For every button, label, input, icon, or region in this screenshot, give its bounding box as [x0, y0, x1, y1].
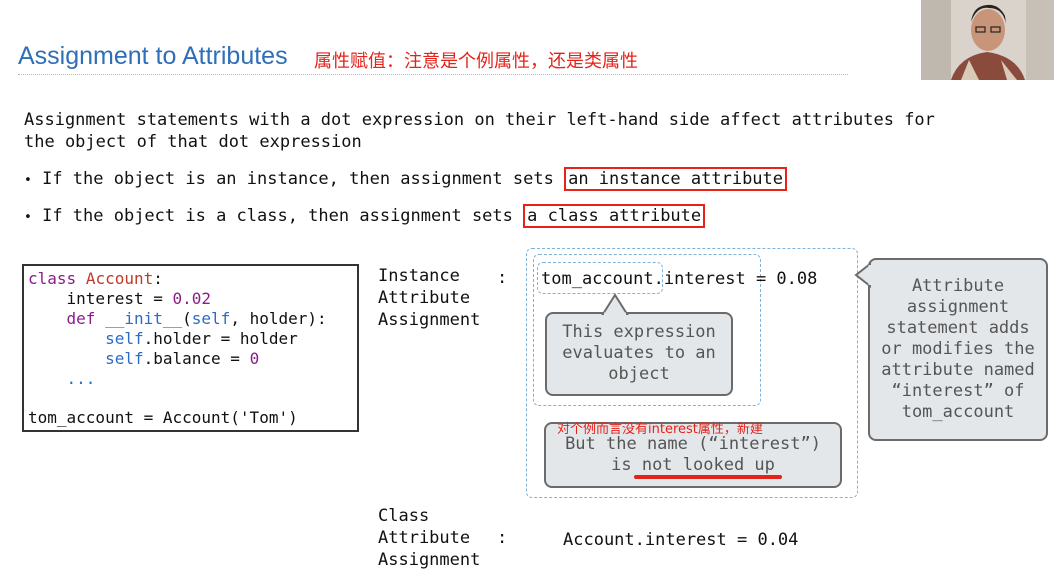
object-expression: tom_account: [541, 269, 654, 289]
callout-evaluates-object: This expression evaluates to an object: [545, 312, 733, 396]
attribute-assignment-rest: .interest = 0.08: [653, 269, 818, 289]
bullet-text: If the object is a class, then assignmen…: [42, 206, 513, 226]
bullet-instance: • If the object is an instance, then ass…: [24, 167, 788, 192]
not-looked-up-text: not looked up: [641, 455, 775, 475]
self-ref: self: [105, 329, 144, 348]
side-note-pointer-icon: [854, 262, 872, 288]
side-note-callout: Attribute assignment statement adds or m…: [868, 258, 1048, 441]
callout-text: is: [611, 455, 642, 475]
class-expression: Account.interest = 0.04: [563, 530, 799, 550]
side-note-line: statement adds: [886, 318, 1030, 338]
instance-label-1: Instance: [378, 266, 460, 286]
side-note-line: Attribute: [911, 276, 1005, 296]
chinese-annotation-note: 对个例而言没有interest属性，新建: [557, 422, 763, 437]
code-line-interest: interest = 0.02: [28, 289, 212, 309]
intro-line-2: the object of that dot expression: [24, 132, 362, 152]
red-underline-annotation: [634, 475, 782, 479]
code-line-instantiate: tom_account = Account('Tom'): [28, 408, 298, 427]
code-text: .holder = holder: [143, 329, 298, 348]
callout-line: evaluates to an: [562, 343, 716, 363]
class-label-3: Assignment: [378, 550, 481, 570]
function-name: __init__: [105, 309, 183, 328]
webcam-video: [921, 0, 1054, 80]
code-text: interest =: [66, 289, 173, 308]
bullet-marker: •: [24, 210, 32, 225]
code-block: class Account: interest = 0.02 def __ini…: [22, 264, 359, 432]
bullet-marker: •: [24, 173, 32, 188]
code-text: .balance =: [143, 349, 250, 368]
code-line-ellipsis: ...: [28, 369, 96, 389]
keyword-def: def: [66, 309, 96, 328]
side-note-line: assignment: [906, 297, 1010, 317]
class-label-2: Attribute: [378, 528, 471, 548]
self-param: self: [191, 309, 231, 328]
slide-title: Assignment to Attributes: [18, 42, 288, 70]
side-note-line: attribute named: [881, 360, 1035, 380]
class-label-1: Class: [378, 506, 430, 526]
side-note-line: or modifies the: [881, 339, 1035, 359]
callout-pointer-icon: [601, 293, 629, 315]
code-line-class: class Account:: [28, 269, 163, 289]
bullet-class: • If the object is a class, then assignm…: [24, 204, 706, 229]
code-colon: :: [153, 269, 163, 288]
callout-line: But the name (“interest”): [565, 434, 821, 454]
instance-label-2: Attribute: [378, 288, 471, 308]
instance-attribute-highlight: an instance attribute: [564, 167, 788, 191]
class-attribute-highlight: a class attribute: [523, 204, 706, 228]
instance-label-3: Assignment: [378, 310, 481, 330]
code-number: 0: [249, 349, 260, 368]
side-note-line: “interest” of: [891, 381, 1025, 401]
callout-line: This expression: [562, 322, 716, 342]
callout-line: is not looked up: [546, 455, 840, 476]
side-note-line: tom_account: [901, 402, 1015, 422]
instance-colon: :: [497, 268, 508, 288]
intro-line-1: Assignment statements with a dot express…: [24, 110, 935, 130]
callout-line: object: [608, 364, 670, 384]
instance-expression: tom_account.interest = 0.08: [541, 268, 817, 290]
keyword-class: class: [28, 269, 77, 288]
code-line-balance: self.balance = 0: [28, 349, 259, 369]
code-text: (: [182, 309, 192, 328]
presenter-icon: [921, 0, 1054, 80]
class-name: Account: [85, 269, 154, 288]
code-line-holder: self.holder = holder: [28, 329, 298, 349]
title-divider: [18, 74, 848, 75]
chinese-title-annotation: 属性赋值：注意是个例属性，还是类属性: [314, 51, 638, 72]
code-line-init: def __init__(self, holder):: [28, 309, 327, 329]
code-text: , holder):: [230, 309, 327, 328]
self-ref: self: [105, 349, 144, 368]
class-colon: :: [497, 528, 508, 548]
code-number: 0.02: [172, 289, 212, 308]
code-ellipsis: ...: [66, 369, 96, 388]
bullet-text: If the object is an instance, then assig…: [42, 169, 554, 189]
